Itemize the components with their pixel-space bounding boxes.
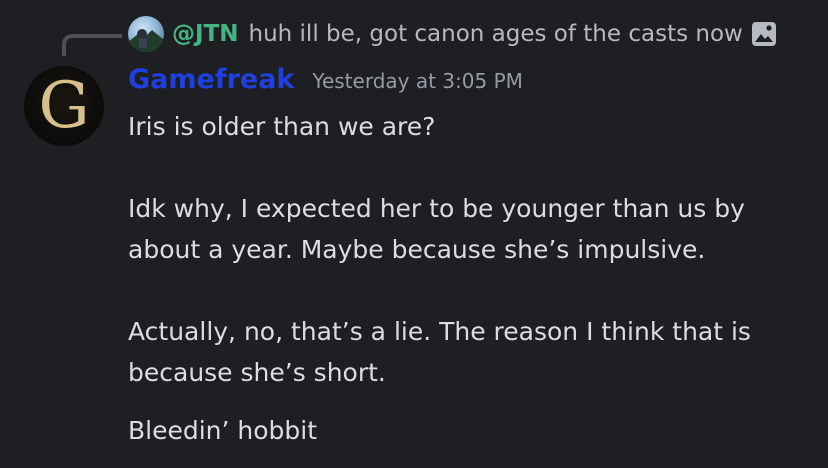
reply-text[interactable]: huh ill be, got canon ages of the casts … <box>249 21 743 47</box>
message-header: Gamefreak Yesterday at 3:05 PM <box>128 64 523 102</box>
reply-avatar[interactable] <box>128 16 164 52</box>
message-line: Iris is older than we are? <box>128 112 436 141</box>
message-gap <box>128 147 808 188</box>
avatar-letter: G <box>38 69 90 143</box>
username[interactable]: Gamefreak <box>128 64 294 95</box>
reply-preview[interactable]: @JTN huh ill be, got canon ages of the c… <box>128 12 777 56</box>
message-paragraph: Actually, no, that’s a lie. The reason I… <box>128 317 751 387</box>
timestamp[interactable]: Yesterday at 3:05 PM <box>312 69 523 93</box>
reply-spine <box>62 34 122 56</box>
message-paragraph: Idk why, I expected her to be younger th… <box>128 194 745 264</box>
message-gap <box>128 270 808 311</box>
image-icon <box>751 21 777 47</box>
reply-mention[interactable]: @JTN <box>172 21 239 47</box>
message-content: Iris is older than we are? Idk why, I ex… <box>128 106 808 393</box>
avatar[interactable]: G <box>24 66 104 146</box>
followup-message: Bleedin’ hobbit <box>128 416 318 445</box>
